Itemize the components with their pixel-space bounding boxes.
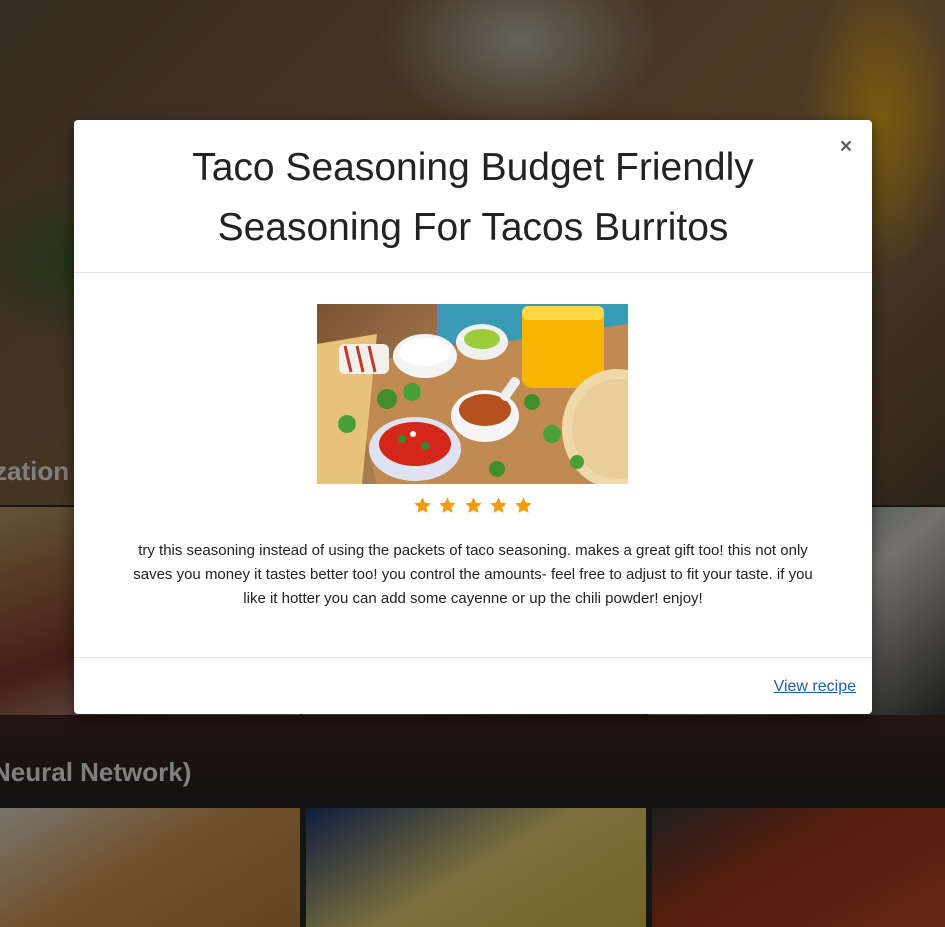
modal-header: Taco Seasoning Budget Friendly Seasoning… [74, 120, 872, 273]
star-icon [464, 496, 483, 515]
star-icon [438, 496, 457, 515]
star-icon [413, 496, 432, 515]
view-recipe-link[interactable]: View recipe [774, 677, 856, 697]
recipe-description: try this seasoning instead of using the … [133, 542, 813, 607]
recipe-modal: Taco Seasoning Budget Friendly Seasoning… [74, 120, 872, 714]
star-rating [74, 496, 872, 520]
star-icon [514, 496, 533, 515]
modal-body: try this seasoning instead of using the … [74, 273, 872, 657]
recipe-image [317, 304, 628, 484]
modal-title: Taco Seasoning Budget Friendly Seasoning… [192, 146, 754, 249]
star-icon [489, 496, 508, 515]
close-button[interactable]: × [834, 134, 858, 160]
page: zation Neural Network) Taco Seasoning Bu… [0, 0, 945, 927]
modal-footer: View recipe [74, 657, 872, 714]
